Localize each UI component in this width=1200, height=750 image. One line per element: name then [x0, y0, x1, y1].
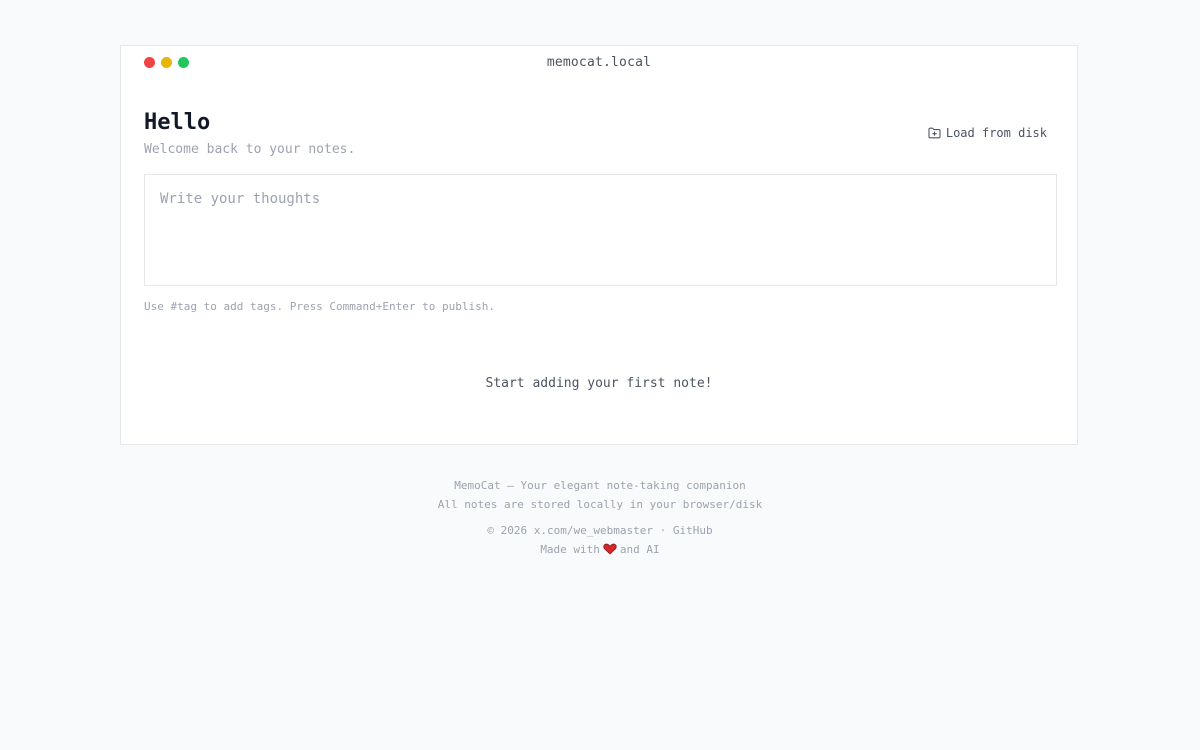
load-from-disk-button[interactable]: Load from disk: [928, 126, 1047, 140]
footer-copyright-line: © 2026 x.com/we_webmaster · GitHub: [0, 521, 1200, 540]
footer-storage-note: All notes are stored locally in your bro…: [437, 498, 763, 511]
footer-tagline: MemoCat — Your elegant note-taking compa…: [454, 479, 746, 492]
and-ai-text: and AI: [619, 543, 660, 556]
empty-state-message: Start adding your first note!: [485, 376, 713, 391]
note-editor: [144, 174, 1057, 286]
window-title: memocat.local: [546, 55, 652, 70]
footer-separator: ·: [659, 524, 667, 537]
author-link[interactable]: x.com/we_webmaster: [534, 524, 653, 537]
load-from-disk-label: Load from disk: [945, 126, 1047, 140]
folder-plus-icon: [928, 127, 941, 139]
made-with-text: Made with: [540, 543, 600, 556]
github-link[interactable]: GitHub: [673, 524, 713, 537]
heart-icon: [603, 542, 617, 561]
footer-made-with-line: Made with and AI: [0, 540, 1200, 561]
page-title: Hello: [144, 110, 211, 135]
title-bar: memocat.local: [121, 46, 1077, 80]
copyright-text: © 2026: [487, 524, 528, 537]
note-input[interactable]: [145, 175, 1056, 285]
app-window: memocat.local Hello Welcome back to your…: [120, 45, 1078, 445]
footer: MemoCat — Your elegant note-taking compa…: [0, 476, 1200, 561]
editor-hint: Use #tag to add tags. Press Command+Ente…: [144, 300, 495, 313]
page-subtitle: Welcome back to your notes.: [144, 142, 356, 157]
